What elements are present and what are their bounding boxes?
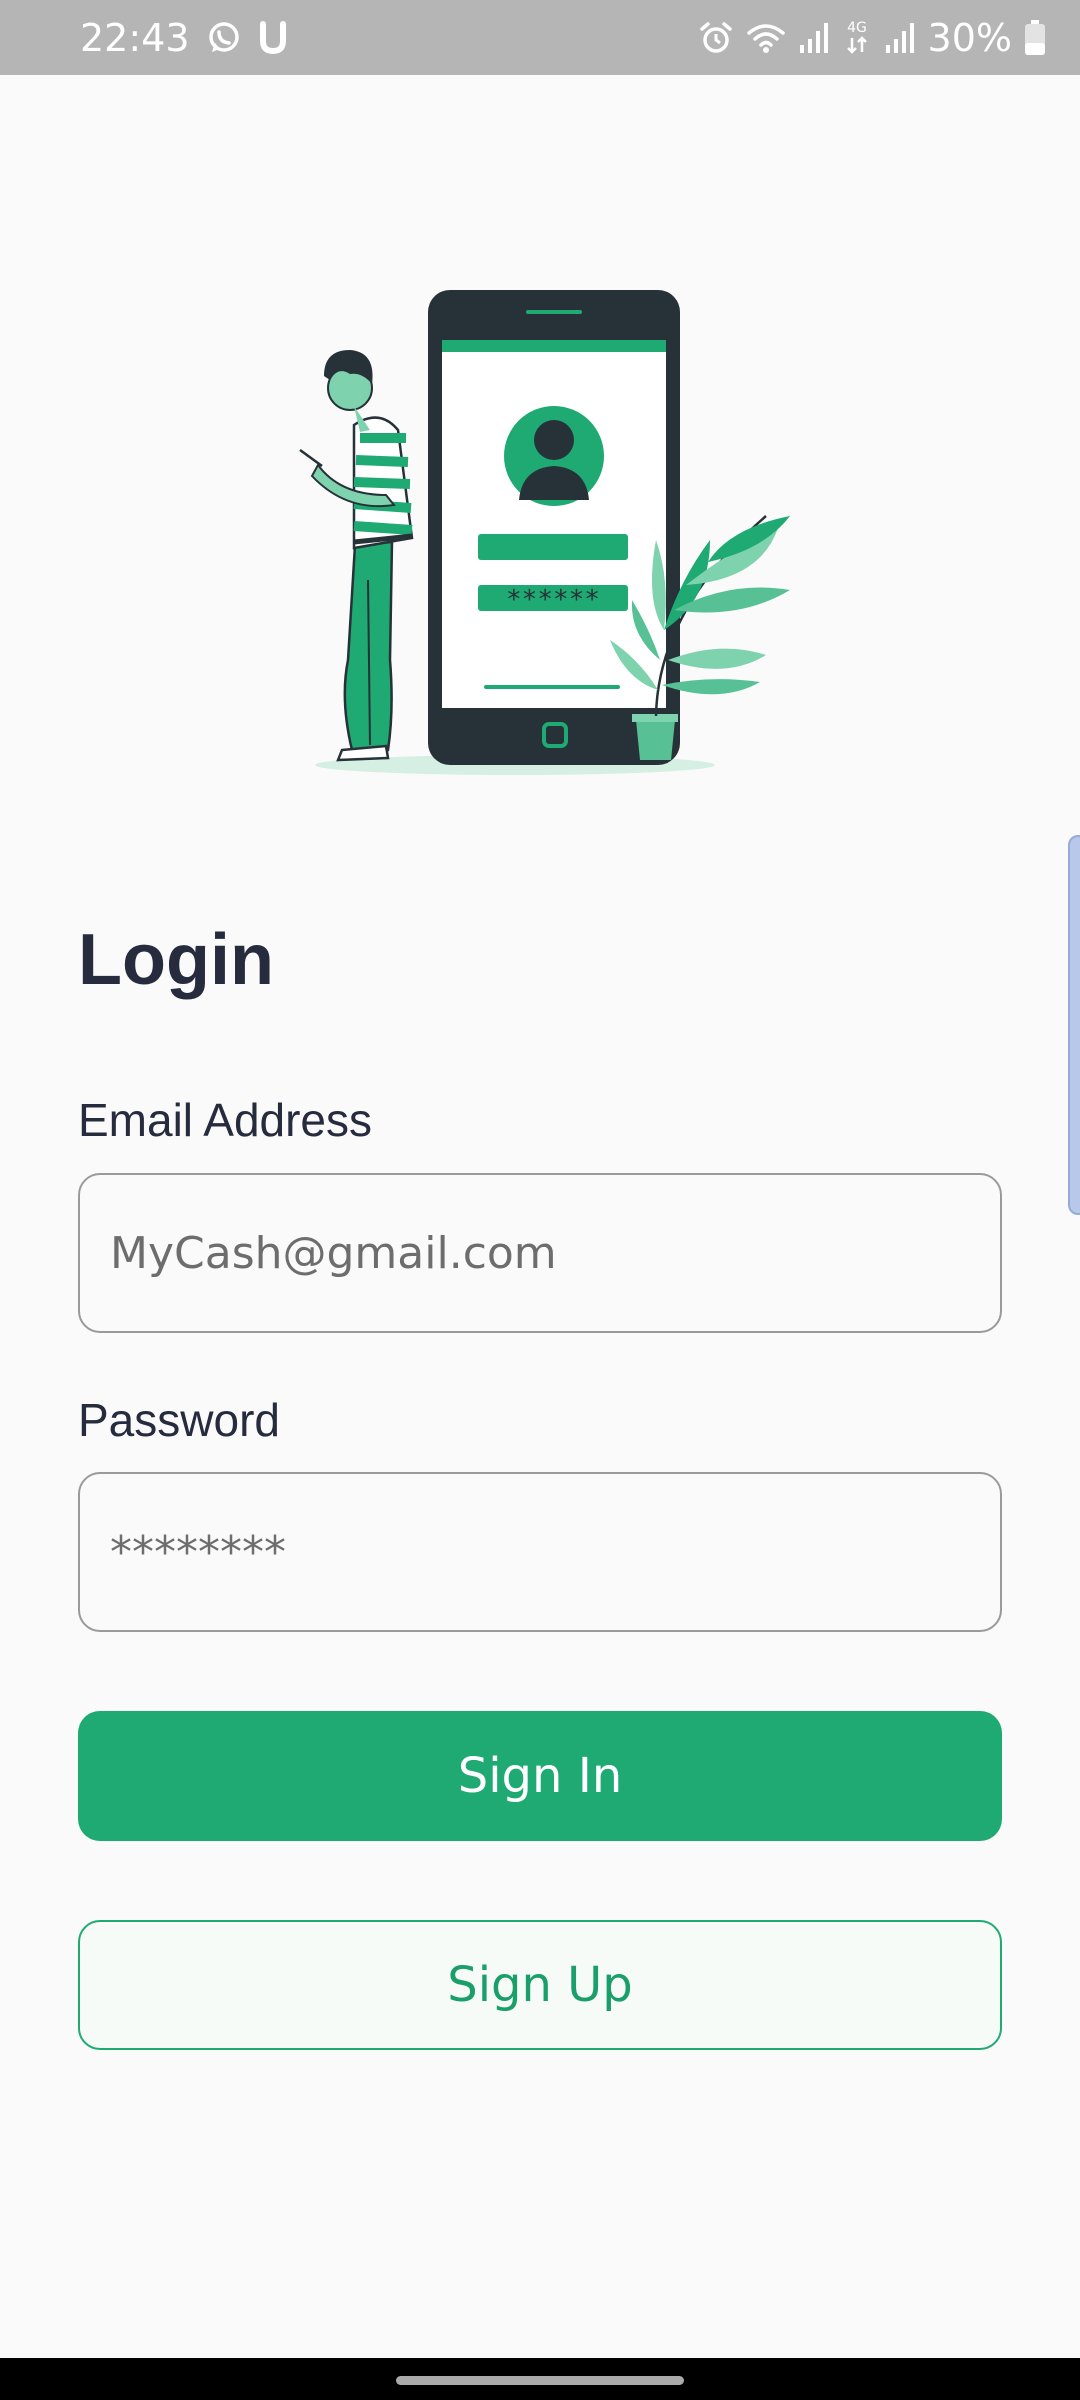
navigation-bar	[0, 2358, 1080, 2400]
email-field[interactable]	[78, 1173, 1002, 1333]
scroll-edge-handle[interactable]	[1068, 835, 1080, 1215]
4g-icon: 4G	[842, 18, 872, 58]
sign-up-button[interactable]: Sign Up	[78, 1920, 1002, 2050]
status-bar-right: 4G 30%	[698, 16, 1046, 60]
password-field[interactable]	[78, 1472, 1002, 1632]
status-bar: 22:43 4G 30%	[0, 0, 1080, 75]
phone-graphic: ******	[428, 290, 680, 765]
sign-in-label: Sign In	[457, 1748, 623, 1804]
signal-icon	[798, 21, 830, 55]
status-bar-left: 22:43	[80, 16, 288, 60]
whatsapp-icon	[206, 20, 242, 56]
u-app-icon	[258, 20, 288, 55]
network-type-label: 4G	[847, 20, 867, 36]
email-label: Email Address	[78, 1094, 373, 1146]
sign-up-label: Sign Up	[447, 1957, 633, 2013]
home-gesture-handle[interactable]	[396, 2376, 684, 2385]
page-title: Login	[78, 920, 274, 1000]
status-time: 22:43	[80, 15, 190, 60]
wifi-icon	[746, 21, 786, 55]
person-graphic	[299, 350, 414, 762]
login-illustration: ******	[299, 290, 790, 775]
signal-icon	[884, 21, 916, 55]
password-label: Password	[78, 1394, 280, 1446]
alarm-icon	[698, 20, 734, 56]
illustration-password-mask: ******	[506, 585, 600, 615]
battery-percent: 30%	[927, 15, 1012, 60]
sign-in-button[interactable]: Sign In	[78, 1711, 1002, 1841]
battery-icon	[1024, 19, 1046, 56]
